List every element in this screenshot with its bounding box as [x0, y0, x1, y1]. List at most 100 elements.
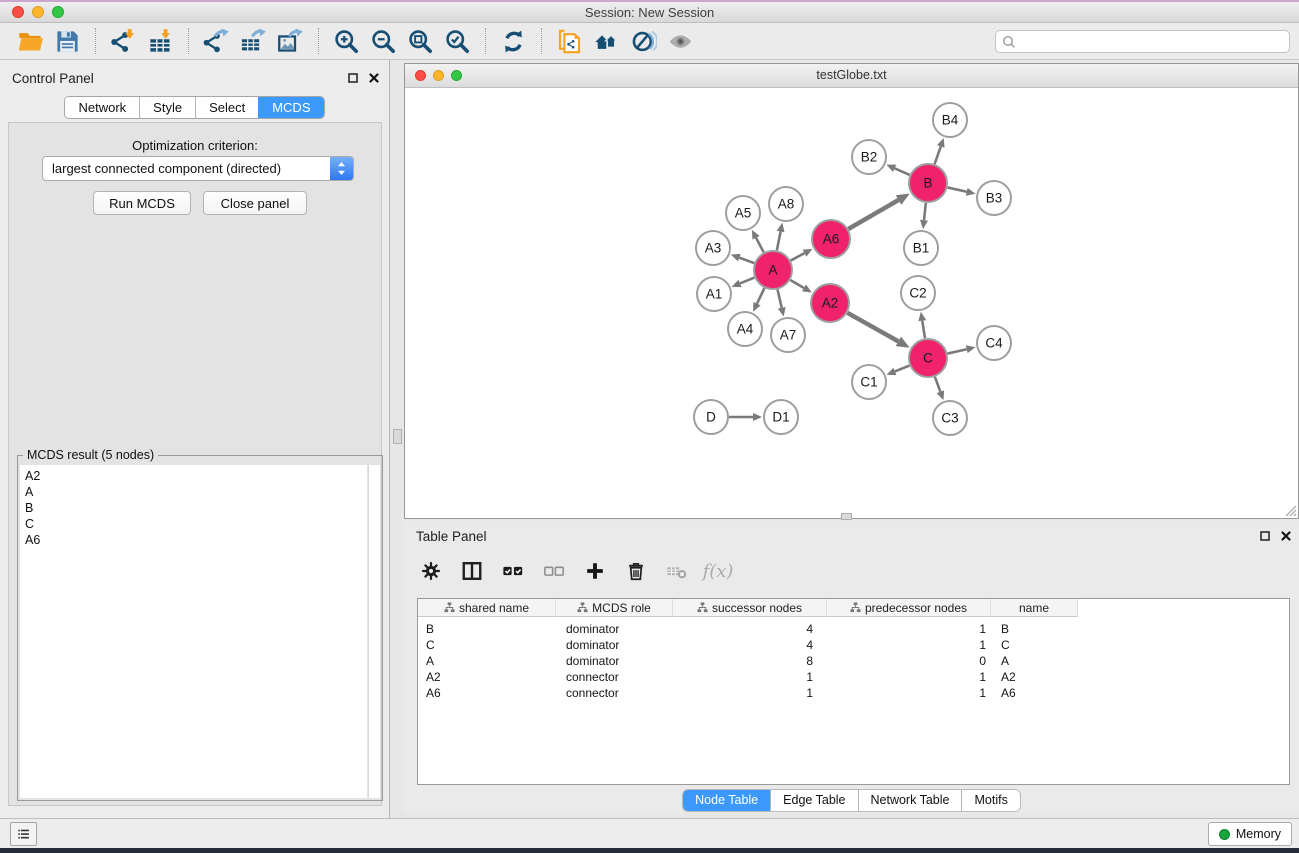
import-network-icon[interactable]	[105, 25, 142, 57]
graph-node-C2[interactable]: C2	[901, 276, 935, 310]
search-input[interactable]	[1020, 31, 1285, 52]
graph-node-A2[interactable]: A2	[811, 284, 849, 322]
graph-node-A5[interactable]: A5	[726, 196, 760, 230]
graph-node-B3[interactable]: B3	[977, 181, 1011, 215]
result-item[interactable]: C	[25, 516, 367, 532]
zoom-in-icon[interactable]	[328, 25, 365, 57]
function-builder-icon[interactable]: f(x)	[706, 559, 730, 583]
graph-node-A1[interactable]: A1	[697, 277, 731, 311]
table-row[interactable]: Cdominator41C	[418, 637, 1289, 653]
memory-button[interactable]: Memory	[1208, 822, 1292, 846]
tab-mcds[interactable]: MCDS	[258, 97, 323, 118]
deselect-all-icon[interactable]	[542, 559, 566, 583]
result-item[interactable]: B	[25, 500, 367, 516]
graph-node-A[interactable]: A	[754, 251, 792, 289]
zoom-selected-icon[interactable]	[439, 25, 476, 57]
tab-edge-table[interactable]: Edge Table	[770, 790, 857, 811]
column-header-successor-nodes[interactable]: successor nodes	[673, 599, 827, 617]
result-item[interactable]: A	[25, 484, 367, 500]
run-mcds-button[interactable]: Run MCDS	[93, 191, 191, 215]
graph-node-D[interactable]: D	[694, 400, 728, 434]
toolbar-separator	[485, 28, 486, 54]
splitter-handle-bottom[interactable]	[841, 513, 852, 520]
network-canvas[interactable]: B4 B2 B B3 A5 A8 A6 A3 A B1 A1 A2 C2 A4 A7 C4 C C1 D D1 C3	[405, 88, 1298, 518]
task-history-button[interactable]	[10, 822, 37, 846]
zoom-out-icon[interactable]	[365, 25, 402, 57]
zoom-window-button[interactable]	[52, 6, 64, 18]
close-table-panel-icon[interactable]	[1281, 531, 1291, 541]
column-header-predecessor-nodes[interactable]: predecessor nodes	[827, 599, 991, 617]
column-header-shared-name[interactable]: shared name	[418, 599, 556, 617]
result-item[interactable]: A2	[25, 468, 367, 484]
graph-node-A4[interactable]: A4	[728, 312, 762, 346]
open-file-icon[interactable]	[12, 25, 49, 57]
table-row[interactable]: Bdominator41B	[418, 621, 1289, 637]
column-header-MCDS-role[interactable]: MCDS role	[556, 599, 673, 617]
table-cell: 8	[673, 654, 827, 668]
result-item[interactable]: A6	[25, 532, 367, 548]
graph-node-D1[interactable]: D1	[764, 400, 798, 434]
graph-node-A8[interactable]: A8	[769, 187, 803, 221]
table-row[interactable]: Adominator80A	[418, 653, 1289, 669]
optimization-criterion-dropdown[interactable]: largest connected component (directed)	[42, 156, 354, 181]
add-column-icon[interactable]	[583, 559, 607, 583]
delete-table-icon[interactable]	[665, 559, 689, 583]
column-header-name[interactable]: name	[991, 599, 1078, 617]
table-row[interactable]: A2connector11A2	[418, 669, 1289, 685]
export-image-icon[interactable]	[272, 25, 309, 57]
import-table-icon[interactable]	[142, 25, 179, 57]
graph-node-A3[interactable]: A3	[696, 231, 730, 265]
table-row[interactable]: A6connector11A6	[418, 685, 1289, 701]
graph-node-B2[interactable]: B2	[852, 140, 886, 174]
tab-style[interactable]: Style	[139, 97, 195, 118]
tab-motifs[interactable]: Motifs	[961, 790, 1019, 811]
zoom-fit-icon[interactable]	[402, 25, 439, 57]
graph-node-C3[interactable]: C3	[933, 401, 967, 435]
clone-network-icon[interactable]	[551, 25, 588, 57]
export-network-icon[interactable]	[198, 25, 235, 57]
graph-node-A7[interactable]: A7	[771, 318, 805, 352]
table-cell: connector	[556, 670, 673, 684]
save-session-icon[interactable]	[49, 25, 86, 57]
tab-network-table[interactable]: Network Table	[858, 790, 962, 811]
graph-node-label: C3	[941, 411, 958, 426]
toggle-details-icon[interactable]	[625, 25, 662, 57]
export-table-icon[interactable]	[235, 25, 272, 57]
close-window-button[interactable]	[12, 6, 24, 18]
table-cell: dominator	[556, 622, 673, 636]
gear-icon[interactable]	[419, 559, 443, 583]
select-all-icon[interactable]	[501, 559, 525, 583]
splitter-handle-left[interactable]	[393, 429, 402, 444]
home-icon[interactable]	[588, 25, 625, 57]
graph-node-C4[interactable]: C4	[977, 326, 1011, 360]
graph-node-C[interactable]: C	[909, 339, 947, 377]
minimize-window-button[interactable]	[32, 6, 44, 18]
close-panel-button[interactable]: Close panel	[203, 191, 307, 215]
table-cell: 4	[673, 622, 827, 636]
delete-icon[interactable]	[624, 559, 648, 583]
column-header-label: MCDS role	[592, 601, 651, 615]
tab-network[interactable]: Network	[65, 97, 139, 118]
resize-grip-icon[interactable]	[1284, 504, 1297, 517]
graph-node-C1[interactable]: C1	[852, 365, 886, 399]
graph-node-B4[interactable]: B4	[933, 103, 967, 137]
eye-icon[interactable]	[662, 25, 699, 57]
graph-node-label: C4	[985, 336, 1003, 351]
control-panel-tabs: NetworkStyleSelectMCDS	[0, 96, 389, 119]
close-panel-icon[interactable]	[369, 73, 379, 83]
workspace-region: testGlobe.txt B4B2BB3A5A8A6A3AB1A1A2C2A4…	[390, 60, 1299, 818]
float-table-panel-icon[interactable]	[1260, 531, 1270, 541]
refresh-icon[interactable]	[495, 25, 532, 57]
graph-node-label: B3	[986, 191, 1003, 206]
graph-node-B1[interactable]: B1	[904, 231, 938, 265]
tab-node-table[interactable]: Node Table	[683, 790, 770, 811]
result-scrollbar-track[interactable]	[368, 465, 380, 798]
table-cell: 1	[827, 670, 991, 684]
split-panel-icon[interactable]	[460, 559, 484, 583]
graph-node-label: B1	[913, 241, 930, 256]
graph-node-B[interactable]: B	[909, 164, 947, 202]
tab-select[interactable]: Select	[195, 97, 258, 118]
float-panel-icon[interactable]	[348, 73, 358, 83]
table-cell: 1	[673, 686, 827, 700]
graph-node-A6[interactable]: A6	[812, 220, 850, 258]
